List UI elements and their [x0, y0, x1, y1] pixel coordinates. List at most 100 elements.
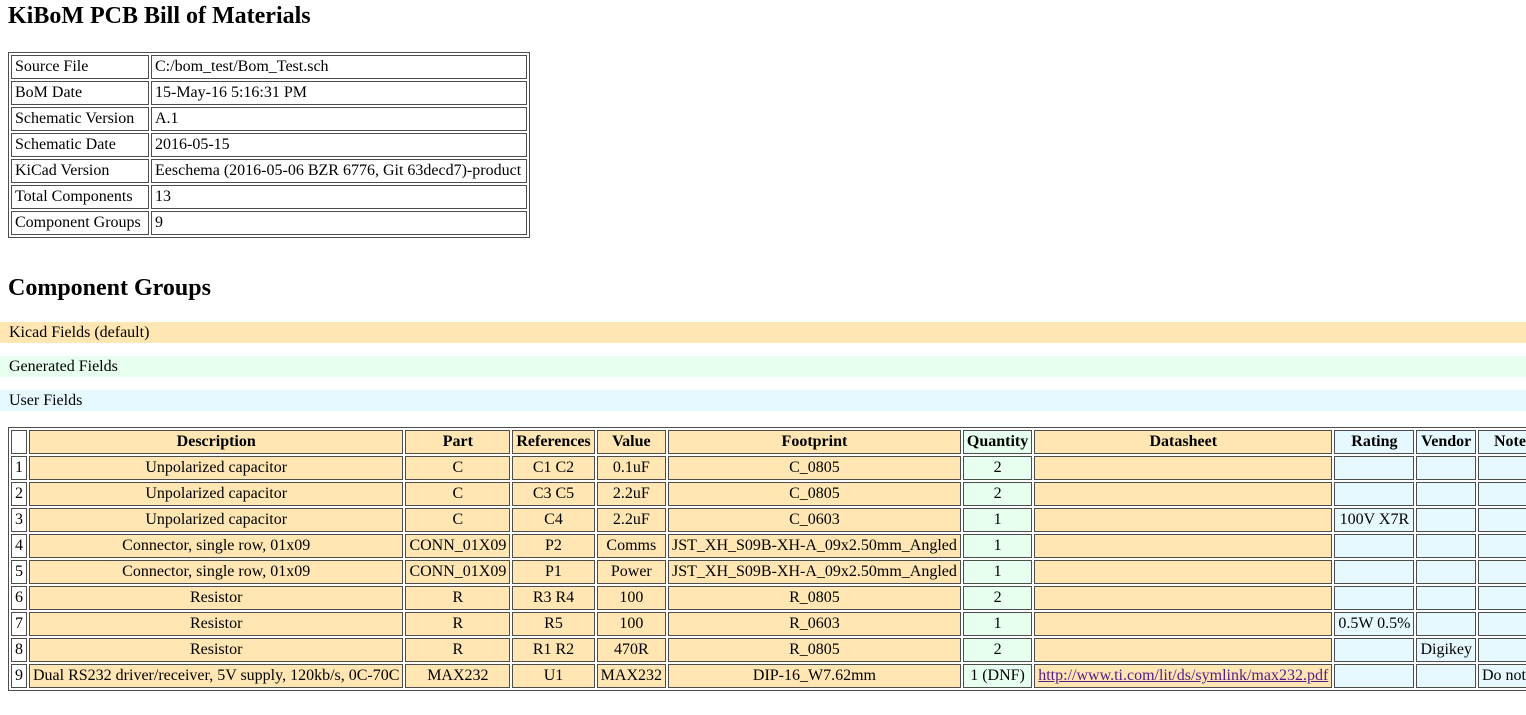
- cell-rating: [1334, 560, 1414, 584]
- cell-references: C4: [512, 508, 594, 532]
- column-header-index: [11, 430, 27, 454]
- row-index: 4: [11, 534, 27, 558]
- cell-part: R: [405, 612, 510, 636]
- cell-datasheet: [1034, 638, 1332, 662]
- cell-value: Comms: [597, 534, 666, 558]
- column-header-references: References: [512, 430, 594, 454]
- cell-notes: [1478, 456, 1526, 480]
- cell-rating: [1334, 586, 1414, 610]
- info-table-body: Source File C:/bom_test/Bom_Test.sch BoM…: [11, 55, 527, 235]
- info-value: 9: [151, 211, 527, 235]
- cell-value: 100: [597, 612, 666, 636]
- info-row: Schematic Date 2016-05-15: [11, 133, 527, 157]
- cell-part: R: [405, 586, 510, 610]
- cell-part: C: [405, 482, 510, 506]
- legend-bar: User Fields: [0, 390, 1526, 411]
- column-header-value: Value: [597, 430, 666, 454]
- cell-description: Dual RS232 driver/receiver, 5V supply, 1…: [29, 664, 403, 688]
- info-label: Schematic Version: [11, 107, 149, 131]
- info-value: C:/bom_test/Bom_Test.sch: [151, 55, 527, 79]
- section-heading: Component Groups: [8, 274, 1518, 302]
- bom-table: DescriptionPartReferencesValueFootprintQ…: [8, 427, 1526, 691]
- bom-row: 4Connector, single row, 01x09CONN_01X09P…: [11, 534, 1526, 558]
- cell-footprint: C_0603: [668, 508, 961, 532]
- cell-description: Unpolarized capacitor: [29, 456, 403, 480]
- cell-references: P1: [512, 560, 594, 584]
- row-index: 1: [11, 456, 27, 480]
- cell-vendor: Digikey: [1416, 638, 1476, 662]
- cell-quantity: 1 (DNF): [963, 664, 1032, 688]
- cell-part: MAX232: [405, 664, 510, 688]
- page-title: KiBoM PCB Bill of Materials: [8, 2, 1518, 30]
- info-label: KiCad Version: [11, 159, 149, 183]
- bom-row: 5Connector, single row, 01x09CONN_01X09P…: [11, 560, 1526, 584]
- cell-rating: [1334, 456, 1414, 480]
- cell-rating: [1334, 534, 1414, 558]
- info-row: Total Components 13: [11, 185, 527, 209]
- column-header-quantity: Quantity: [963, 430, 1032, 454]
- cell-footprint: DIP-16_W7.62mm: [668, 664, 961, 688]
- column-header-rating: Rating: [1334, 430, 1414, 454]
- cell-quantity: 1: [963, 560, 1032, 584]
- info-label: BoM Date: [11, 81, 149, 105]
- cell-footprint: JST_XH_S09B-XH-A_09x2.50mm_Angled: [668, 560, 961, 584]
- info-row: BoM Date 15-May-16 5:16:31 PM: [11, 81, 527, 105]
- cell-notes: [1478, 586, 1526, 610]
- cell-value: 2.2uF: [597, 508, 666, 532]
- bom-header-row: DescriptionPartReferencesValueFootprintQ…: [11, 430, 1526, 454]
- bom-row: 6ResistorRR3 R4100R_08052: [11, 586, 1526, 610]
- cell-description: Unpolarized capacitor: [29, 482, 403, 506]
- info-row: Component Groups 9: [11, 211, 527, 235]
- info-value: 2016-05-15: [151, 133, 527, 157]
- column-header-notes: Notes: [1478, 430, 1526, 454]
- row-index: 3: [11, 508, 27, 532]
- cell-notes: [1478, 508, 1526, 532]
- cell-description: Connector, single row, 01x09: [29, 560, 403, 584]
- cell-references: R1 R2: [512, 638, 594, 662]
- cell-part: C: [405, 508, 510, 532]
- info-value: 13: [151, 185, 527, 209]
- cell-notes: Do not fit: [1478, 664, 1526, 688]
- cell-value: 100: [597, 586, 666, 610]
- cell-rating: [1334, 664, 1414, 688]
- bom-row: 9Dual RS232 driver/receiver, 5V supply, …: [11, 664, 1526, 688]
- cell-description: Resistor: [29, 612, 403, 636]
- cell-datasheet: [1034, 534, 1332, 558]
- column-header-description: Description: [29, 430, 403, 454]
- row-index: 8: [11, 638, 27, 662]
- cell-part: CONN_01X09: [405, 534, 510, 558]
- cell-references: R5: [512, 612, 594, 636]
- cell-description: Resistor: [29, 638, 403, 662]
- legend-bar: Generated Fields: [0, 356, 1526, 377]
- bom-row: 3Unpolarized capacitorCC42.2uFC_06031100…: [11, 508, 1526, 532]
- cell-value: 0.1uF: [597, 456, 666, 480]
- cell-datasheet: [1034, 612, 1332, 636]
- bom-report-page: KiBoM PCB Bill of Materials Source File …: [0, 2, 1526, 715]
- info-value: A.1: [151, 107, 527, 131]
- bom-row: 1Unpolarized capacitorCC1 C20.1uFC_08052: [11, 456, 1526, 480]
- cell-vendor: [1416, 586, 1476, 610]
- cell-rating: [1334, 638, 1414, 662]
- cell-footprint: R_0805: [668, 638, 961, 662]
- cell-value: MAX232: [597, 664, 666, 688]
- cell-quantity: 2: [963, 638, 1032, 662]
- column-header-datasheet: Datasheet: [1034, 430, 1332, 454]
- info-table: Source File C:/bom_test/Bom_Test.sch BoM…: [8, 52, 530, 238]
- legend: Kicad Fields (default) Generated Fields …: [0, 322, 1526, 411]
- cell-value: Power: [597, 560, 666, 584]
- row-index: 6: [11, 586, 27, 610]
- info-label: Component Groups: [11, 211, 149, 235]
- cell-quantity: 2: [963, 456, 1032, 480]
- cell-datasheet: [1034, 586, 1332, 610]
- cell-notes: [1478, 560, 1526, 584]
- datasheet-link[interactable]: http://www.ti.com/lit/ds/symlink/max232.…: [1038, 667, 1328, 684]
- cell-references: P2: [512, 534, 594, 558]
- cell-notes: [1478, 482, 1526, 506]
- cell-part: R: [405, 638, 510, 662]
- cell-description: Connector, single row, 01x09: [29, 534, 403, 558]
- info-label: Source File: [11, 55, 149, 79]
- legend-bar: Kicad Fields (default): [0, 322, 1526, 343]
- cell-footprint: R_0603: [668, 612, 961, 636]
- info-label: Total Components: [11, 185, 149, 209]
- cell-vendor: [1416, 612, 1476, 636]
